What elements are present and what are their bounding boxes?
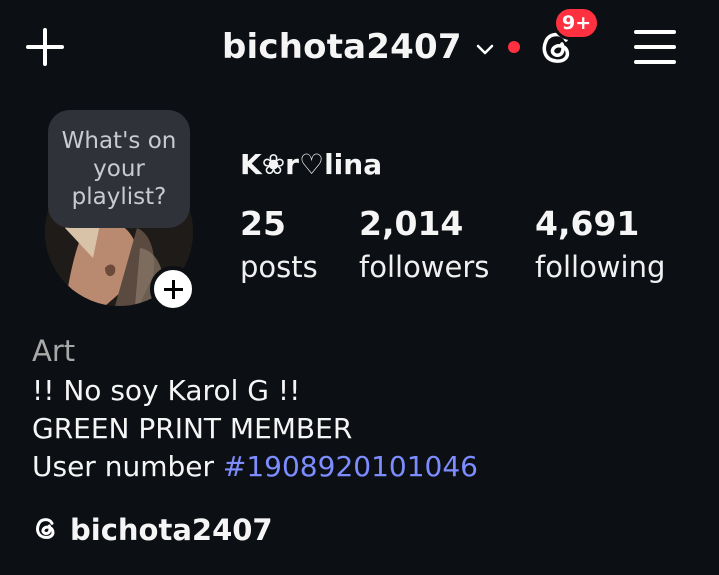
account-switcher[interactable]: bichota2407 <box>222 24 520 70</box>
profile-screen: bichota2407 9+ What's on your playlist? … <box>0 0 719 575</box>
chevron-down-icon <box>476 41 494 55</box>
note-text: What's on your playlist? <box>61 128 177 210</box>
followers-label: followers <box>359 250 490 284</box>
threads-profile-link[interactable]: bichota2407 <box>32 510 273 550</box>
threads-small-icon <box>32 514 60 546</box>
posts-label: posts <box>240 250 318 284</box>
bio-line-1: !! No soy Karol G !! <box>32 374 301 407</box>
menu-icon[interactable] <box>634 28 676 66</box>
threads-link-label: bichota2407 <box>70 513 273 547</box>
add-story-icon[interactable] <box>150 266 196 312</box>
bio-line-3: User number #1908920101046 <box>32 450 478 483</box>
followers-count: 2,014 <box>359 204 464 243</box>
note-bubble[interactable]: What's on your playlist? <box>48 110 190 228</box>
following-count: 4,691 <box>535 204 640 243</box>
profile-category: Art <box>32 334 76 368</box>
following-stat[interactable]: 4,691 following <box>535 204 665 290</box>
bio-line-3-prefix: User number <box>32 450 223 483</box>
posts-stat[interactable]: 25 posts <box>240 204 318 290</box>
bio-hashtag-link[interactable]: #1908920101046 <box>223 450 478 483</box>
bio-line-2: GREEN PRINT MEMBER <box>32 412 353 445</box>
display-name: K❀r♡lina <box>240 148 383 181</box>
unread-dot <box>507 41 520 53</box>
following-label: following <box>535 250 666 284</box>
notification-badge: 9+ <box>553 6 601 40</box>
followers-stat[interactable]: 2,014 followers <box>359 204 489 290</box>
create-plus-icon[interactable] <box>24 26 66 68</box>
header-username: bichota2407 <box>222 27 462 67</box>
posts-count: 25 <box>240 204 286 243</box>
